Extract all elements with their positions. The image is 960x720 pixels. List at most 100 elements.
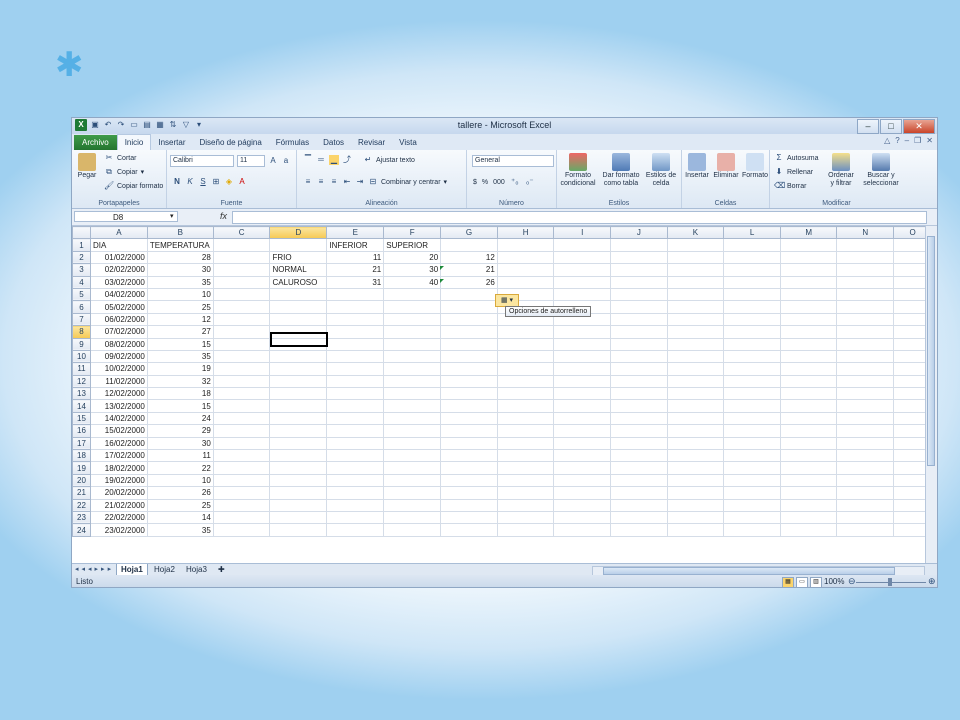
cell-a11[interactable]: 10/02/2000 bbox=[89, 362, 148, 376]
ribbon-minimize-icon[interactable]: △ bbox=[884, 136, 890, 145]
cell-d21[interactable] bbox=[269, 486, 328, 500]
cell-a24[interactable]: 23/02/2000 bbox=[89, 523, 148, 537]
row-header[interactable]: 15 bbox=[72, 411, 91, 426]
cell-d5[interactable] bbox=[269, 287, 328, 302]
cell-e4[interactable]: 31 bbox=[326, 275, 385, 289]
underline-button[interactable]: S bbox=[198, 177, 208, 187]
row-header[interactable]: 24 bbox=[72, 523, 91, 537]
cell-d22[interactable] bbox=[269, 498, 328, 513]
cell-g16[interactable] bbox=[440, 424, 498, 438]
cell-k5[interactable] bbox=[666, 287, 725, 302]
cell-l2[interactable] bbox=[723, 250, 781, 265]
row-header[interactable]: 2 bbox=[72, 250, 91, 265]
cell-a4[interactable]: 03/02/2000 bbox=[89, 275, 148, 289]
cell-j4[interactable] bbox=[610, 275, 668, 289]
cell-e13[interactable] bbox=[326, 387, 385, 401]
cell-i16[interactable] bbox=[553, 424, 612, 438]
cell-c9[interactable] bbox=[212, 337, 271, 351]
close-icon[interactable]: ✕ bbox=[903, 119, 935, 134]
cell-k4[interactable] bbox=[666, 275, 725, 289]
tab-insertar[interactable]: Insertar bbox=[151, 135, 192, 150]
cell-c22[interactable] bbox=[212, 498, 271, 513]
cell-e20[interactable] bbox=[326, 473, 385, 488]
cell-m12[interactable] bbox=[779, 374, 838, 389]
cell-l3[interactable] bbox=[723, 263, 781, 277]
cell-e18[interactable] bbox=[326, 449, 385, 463]
cell-l22[interactable] bbox=[723, 498, 781, 513]
cell-l10[interactable] bbox=[723, 349, 781, 364]
cell-a21[interactable]: 20/02/2000 bbox=[89, 486, 148, 500]
cell-b8[interactable]: 27 bbox=[146, 325, 214, 339]
tab-revisar[interactable]: Revisar bbox=[351, 135, 392, 150]
row-header[interactable]: 12 bbox=[72, 374, 91, 389]
cell-i10[interactable] bbox=[553, 349, 612, 364]
cell-e10[interactable] bbox=[326, 349, 385, 364]
cell-l19[interactable] bbox=[723, 461, 781, 475]
cell-f13[interactable] bbox=[383, 387, 442, 401]
cell-c1[interactable] bbox=[212, 238, 271, 252]
cell-l20[interactable] bbox=[723, 473, 781, 488]
cell-c4[interactable] bbox=[212, 275, 271, 289]
cell-j7[interactable] bbox=[610, 312, 668, 327]
cell-f10[interactable] bbox=[383, 349, 442, 364]
cell-i17[interactable] bbox=[553, 436, 612, 451]
cell-e22[interactable] bbox=[326, 498, 385, 513]
cell-a2[interactable]: 01/02/2000 bbox=[89, 250, 148, 265]
cell-h1[interactable] bbox=[496, 238, 555, 252]
column-header-h[interactable]: H bbox=[496, 225, 555, 240]
column-header-n[interactable]: N bbox=[836, 225, 895, 240]
cell-d19[interactable] bbox=[269, 461, 328, 475]
cell-b6[interactable]: 25 bbox=[146, 300, 214, 314]
cell-h22[interactable] bbox=[496, 498, 555, 513]
cell-h21[interactable] bbox=[496, 486, 555, 500]
cell-d24[interactable] bbox=[269, 523, 328, 537]
cell-h15[interactable] bbox=[496, 411, 555, 426]
cell-g1[interactable] bbox=[440, 238, 498, 252]
cell-n22[interactable] bbox=[836, 498, 895, 513]
bold-button[interactable]: N bbox=[172, 177, 182, 187]
row-header[interactable]: 8 bbox=[72, 325, 91, 339]
cell-f19[interactable] bbox=[383, 461, 442, 475]
cell-m17[interactable] bbox=[779, 436, 838, 451]
cell-b1[interactable]: TEMPERATURA bbox=[146, 238, 214, 252]
tab-diseno-pagina[interactable]: Diseño de página bbox=[193, 135, 269, 150]
cell-e3[interactable]: 21 bbox=[326, 263, 385, 277]
cell-a16[interactable]: 15/02/2000 bbox=[89, 424, 148, 438]
cell-j19[interactable] bbox=[610, 461, 668, 475]
cell-d16[interactable] bbox=[269, 424, 328, 438]
row-header[interactable]: 7 bbox=[72, 312, 91, 327]
cell-c11[interactable] bbox=[212, 362, 271, 376]
cell-f8[interactable] bbox=[383, 325, 442, 339]
cell-m8[interactable] bbox=[779, 325, 838, 339]
name-box[interactable]: D8 bbox=[74, 211, 178, 222]
cell-j2[interactable] bbox=[610, 250, 668, 265]
zoom-in-icon[interactable]: ⊕ bbox=[928, 576, 936, 587]
copy-button[interactable]: ⧉ Copiar ▾ bbox=[104, 167, 144, 177]
cell-k6[interactable] bbox=[666, 300, 725, 314]
font-color-icon[interactable]: A bbox=[237, 177, 247, 187]
row-header[interactable]: 22 bbox=[72, 498, 91, 513]
cell-k24[interactable] bbox=[666, 523, 725, 537]
align-center-icon[interactable]: ≡ bbox=[316, 177, 326, 187]
tab-datos[interactable]: Datos bbox=[316, 135, 351, 150]
cell-b7[interactable]: 12 bbox=[146, 312, 214, 327]
row-header[interactable]: 14 bbox=[72, 399, 91, 413]
cell-n5[interactable] bbox=[836, 287, 895, 302]
wrap-text-button[interactable]: Ajustar texto bbox=[376, 157, 415, 164]
cell-h20[interactable] bbox=[496, 473, 555, 488]
cell-m9[interactable] bbox=[779, 337, 838, 351]
cell-n20[interactable] bbox=[836, 473, 895, 488]
align-right-icon[interactable]: ≡ bbox=[329, 177, 339, 187]
cell-i1[interactable] bbox=[553, 238, 612, 252]
cell-m11[interactable] bbox=[779, 362, 838, 376]
cell-a23[interactable]: 22/02/2000 bbox=[89, 510, 148, 525]
name-box-dropdown-icon[interactable]: ▾ bbox=[170, 212, 174, 220]
cell-i23[interactable] bbox=[553, 510, 612, 525]
format-cells-button[interactable]: Formato bbox=[741, 153, 769, 180]
row-header[interactable]: 20 bbox=[72, 473, 91, 488]
cell-k9[interactable] bbox=[666, 337, 725, 351]
cell-b11[interactable]: 19 bbox=[146, 362, 214, 376]
cell-c23[interactable] bbox=[212, 510, 271, 525]
cell-g22[interactable] bbox=[440, 498, 498, 513]
cell-b20[interactable]: 10 bbox=[146, 473, 214, 488]
